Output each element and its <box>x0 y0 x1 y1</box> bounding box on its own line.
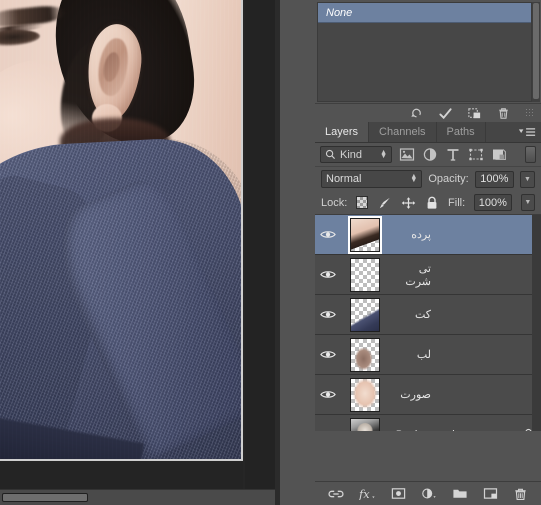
layers-panel: Layers Channels Paths Kind ▲ ▼ Normal ▲ … <box>315 122 541 505</box>
layer-thumbnail[interactable] <box>341 377 389 412</box>
styles-scrollbar[interactable] <box>532 2 540 102</box>
styles-list[interactable]: None <box>317 2 532 102</box>
opacity-dropdown-arrow[interactable]: ▼ <box>519 170 536 188</box>
layer-thumbnail[interactable] <box>341 337 389 372</box>
filter-kind-stepper[interactable]: ▲ ▼ <box>380 149 387 160</box>
layer-thumbnail[interactable] <box>341 257 389 292</box>
resize-grip-icon[interactable] <box>525 108 535 118</box>
filter-kind-label: Kind <box>340 148 363 161</box>
blend-mode-select[interactable]: Normal ▲ ▼ <box>321 170 423 188</box>
lock-transparent-pixels-icon[interactable] <box>356 196 369 209</box>
filter-smart-object-icon[interactable] <box>491 147 507 163</box>
thumb-art <box>351 378 379 411</box>
layer-style-fx-icon[interactable]: fx <box>359 487 376 500</box>
document-area <box>0 0 275 505</box>
opacity-label: Opacity: <box>428 173 469 185</box>
lock-row: Lock: Fill: 100% ▼ <box>315 191 541 215</box>
opacity-input[interactable]: 100% <box>474 170 514 188</box>
layer-visibility-toggle[interactable] <box>315 429 341 431</box>
fill-dropdown-arrow[interactable]: ▼ <box>520 194 535 211</box>
document-right-fill <box>245 0 275 489</box>
blend-stepper-down: ▼ <box>410 177 418 184</box>
blend-mode-stepper: ▲ ▼ <box>410 173 418 184</box>
layers-panel-footer: fx <box>315 481 541 505</box>
filter-shape-icon[interactable] <box>468 147 484 163</box>
layer-row[interactable]: کت <box>315 295 541 335</box>
link-layers-icon[interactable] <box>328 488 344 500</box>
new-layer-icon[interactable] <box>483 487 498 500</box>
svg-text:fx: fx <box>359 487 370 500</box>
layer-visibility-toggle[interactable] <box>315 389 341 400</box>
layer-thumbnail[interactable] <box>341 417 389 431</box>
filter-toggle-switch[interactable] <box>525 146 536 163</box>
new-group-icon[interactable] <box>452 487 468 500</box>
revert-icon[interactable] <box>409 106 424 121</box>
layer-filter-row: Kind ▲ ▼ <box>315 143 541 167</box>
blend-mode-value: Normal <box>326 173 362 185</box>
tab-layers[interactable]: Layers <box>315 122 370 142</box>
layer-name[interactable]: Background <box>389 429 515 432</box>
delete-layer-icon[interactable] <box>513 487 528 501</box>
filter-pixel-icon[interactable] <box>399 147 415 163</box>
add-layer-mask-icon[interactable] <box>391 487 406 500</box>
panel-column: None Layers Channels Paths Kind ▲ ▼ Norm… <box>315 0 541 505</box>
layer-visibility-toggle[interactable] <box>315 229 341 240</box>
image-canvas[interactable] <box>0 0 243 461</box>
fill-input[interactable]: 100% <box>474 194 512 211</box>
layer-list[interactable]: پرده تی شرت کت لب صورت <box>315 215 541 431</box>
fill-label: Fill: <box>448 196 466 209</box>
tab-channels[interactable]: Channels <box>369 122 437 142</box>
lock-label: Lock: <box>321 196 348 209</box>
layer-thumbnail[interactable] <box>341 297 389 332</box>
layer-row[interactable]: لب <box>315 335 541 375</box>
thumb-art <box>351 418 379 431</box>
photoshop-window: None Layers Channels Paths Kind ▲ ▼ Norm… <box>0 0 541 505</box>
panel-menu-icon[interactable] <box>518 122 536 142</box>
layer-name[interactable]: صورت <box>389 388 515 401</box>
stepper-down: ▼ <box>380 152 387 160</box>
layer-name[interactable]: کت <box>389 308 515 321</box>
panel-tabbar: Layers Channels Paths <box>315 122 541 143</box>
panel-divider <box>275 0 280 505</box>
thumb-art <box>351 338 379 371</box>
styles-panel-footer <box>315 103 541 122</box>
filter-kind-select[interactable]: Kind ▲ ▼ <box>320 146 392 163</box>
delete-icon[interactable] <box>496 106 511 121</box>
layer-thumbnail[interactable] <box>341 215 389 254</box>
style-item-none[interactable]: None <box>318 3 531 23</box>
layer-row[interactable]: Background <box>315 415 541 431</box>
filter-type-icon[interactable] <box>445 147 461 163</box>
new-adjustment-layer-icon[interactable] <box>421 487 437 500</box>
thumb-art <box>351 298 379 331</box>
photo-compression-bands <box>0 0 241 459</box>
lock-image-pixels-icon[interactable] <box>377 196 392 210</box>
layer-name[interactable]: پرده <box>389 228 515 241</box>
layer-row[interactable]: پرده <box>315 215 541 255</box>
horizontal-scrollbar-thumb[interactable] <box>2 493 88 502</box>
layer-visibility-toggle[interactable] <box>315 349 341 360</box>
document-bottom-fill <box>0 461 243 489</box>
filter-adjustment-icon[interactable] <box>422 147 438 163</box>
horizontal-scrollbar[interactable] <box>0 489 275 505</box>
new-style-icon[interactable] <box>467 106 482 121</box>
layer-row[interactable]: تی شرت <box>315 255 541 295</box>
check-brush-icon[interactable] <box>438 106 453 121</box>
search-icon <box>325 149 336 160</box>
layer-name[interactable]: تی شرت <box>389 262 515 288</box>
portrait-photo <box>0 0 241 459</box>
tab-paths[interactable]: Paths <box>436 122 486 142</box>
layers-vertical-scrollbar[interactable] <box>532 215 541 431</box>
styles-scrollbar-thumb[interactable] <box>533 3 539 99</box>
panel-gap <box>275 0 315 505</box>
layer-name[interactable]: لب <box>389 348 515 361</box>
layer-row[interactable]: صورت <box>315 375 541 415</box>
blend-mode-row: Normal ▲ ▼ Opacity: 100% ▼ <box>315 167 541 191</box>
lock-position-icon[interactable] <box>401 196 416 210</box>
thumb-art <box>351 259 379 291</box>
thumb-art <box>351 218 379 251</box>
styles-panel: None <box>315 0 541 122</box>
layer-visibility-toggle[interactable] <box>315 309 341 320</box>
layer-visibility-toggle[interactable] <box>315 269 341 280</box>
lock-all-icon[interactable] <box>425 196 439 210</box>
